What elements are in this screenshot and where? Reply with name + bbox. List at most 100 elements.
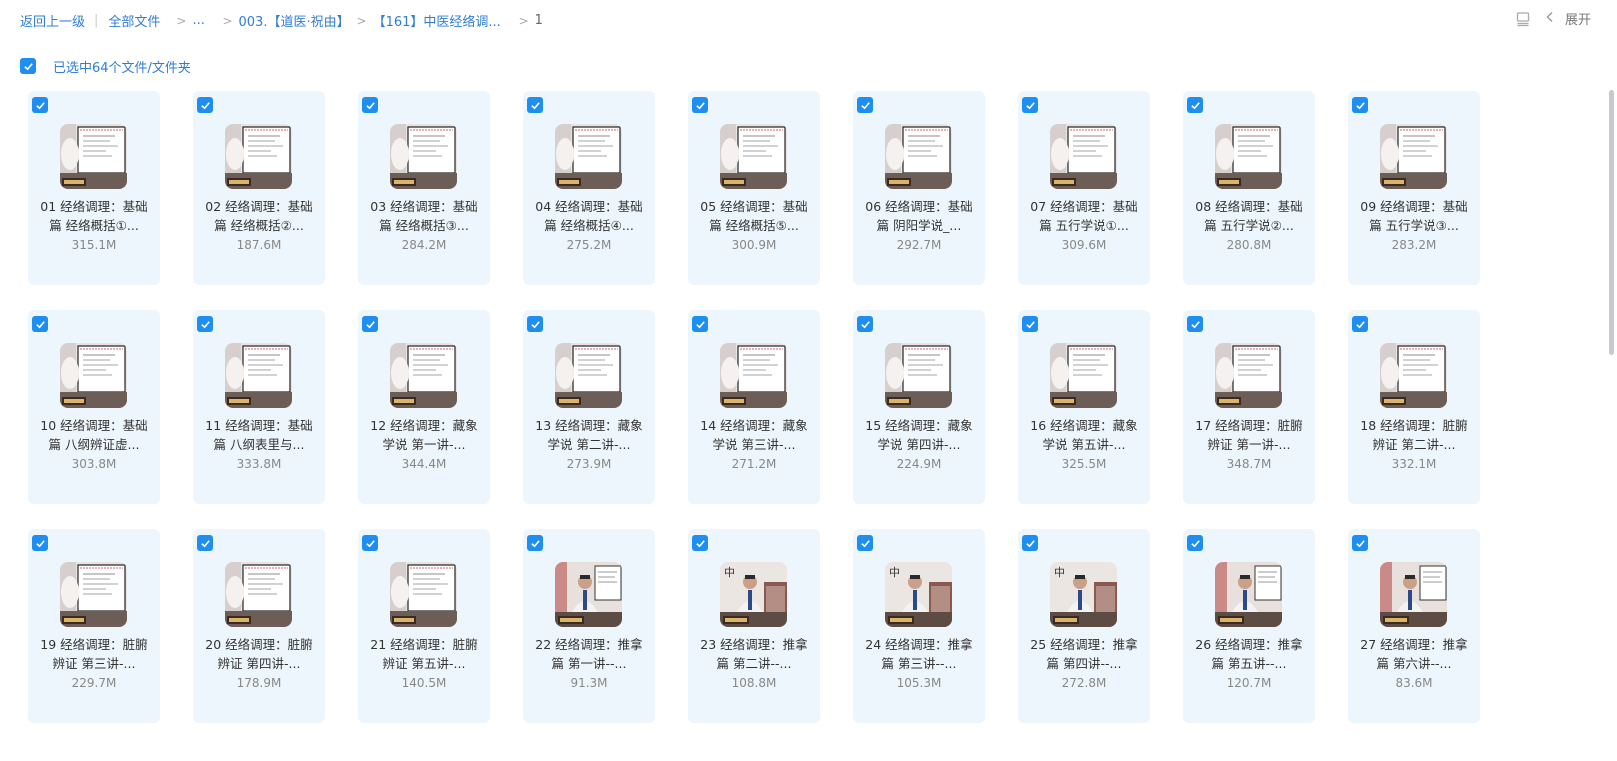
- file-checkbox[interactable]: [362, 97, 378, 113]
- file-name[interactable]: 06 经络调理：基础篇 阴阳学说_...: [861, 197, 977, 235]
- file-name[interactable]: 08 经络调理：基础篇 五行学说②...: [1191, 197, 1307, 235]
- file-card[interactable]: 14 经络调理：藏象学说 第三讲-... 271.2M: [688, 310, 820, 504]
- video-thumbnail[interactable]: [555, 124, 622, 189]
- breadcrumb-back-link[interactable]: 返回上一级: [20, 11, 85, 30]
- file-card[interactable]: 22 经络调理：推拿篇 第一讲--... 91.3M: [523, 529, 655, 723]
- video-thumbnail[interactable]: 中: [885, 562, 952, 627]
- file-checkbox[interactable]: [1352, 535, 1368, 551]
- video-thumbnail[interactable]: [390, 343, 457, 408]
- file-card[interactable]: 18 经络调理：脏腑辨证 第二讲-... 332.1M: [1348, 310, 1480, 504]
- file-card[interactable]: 19 经络调理：脏腑辨证 第三讲-... 229.7M: [28, 529, 160, 723]
- file-name[interactable]: 05 经络调理：基础篇 经络概括⑤...: [696, 197, 812, 235]
- file-checkbox[interactable]: [362, 316, 378, 332]
- file-card[interactable]: 15 经络调理：藏象学说 第四讲-... 224.9M: [853, 310, 985, 504]
- video-thumbnail[interactable]: [390, 124, 457, 189]
- file-card[interactable]: 07 经络调理：基础篇 五行学说①... 309.6M: [1018, 91, 1150, 285]
- video-thumbnail[interactable]: [225, 562, 292, 627]
- file-name[interactable]: 04 经络调理：基础篇 经络概括④...: [531, 197, 647, 235]
- video-thumbnail[interactable]: [225, 124, 292, 189]
- file-name[interactable]: 20 经络调理：脏腑辨证 第四讲-...: [201, 635, 317, 673]
- file-name[interactable]: 19 经络调理：脏腑辨证 第三讲-...: [36, 635, 152, 673]
- file-checkbox[interactable]: [527, 316, 543, 332]
- file-card[interactable]: 中 24 经络调理：推拿篇 第三讲--... 105.3M: [853, 529, 985, 723]
- file-checkbox[interactable]: [857, 97, 873, 113]
- file-checkbox[interactable]: [197, 316, 213, 332]
- file-card[interactable]: 中 25 经络调理：推拿篇 第四讲--... 272.8M: [1018, 529, 1150, 723]
- video-thumbnail[interactable]: [555, 343, 622, 408]
- file-name[interactable]: 16 经络调理：藏象学说 第五讲-...: [1026, 416, 1142, 454]
- file-card[interactable]: 17 经络调理：脏腑辨证 第一讲-... 348.7M: [1183, 310, 1315, 504]
- file-checkbox[interactable]: [527, 535, 543, 551]
- file-checkbox[interactable]: [32, 97, 48, 113]
- file-name[interactable]: 07 经络调理：基础篇 五行学说①...: [1026, 197, 1142, 235]
- file-card[interactable]: 21 经络调理：脏腑辨证 第五讲-... 140.5M: [358, 529, 490, 723]
- breadcrumb-folder-003[interactable]: 003.【道医·祝由】: [239, 11, 341, 30]
- video-thumbnail[interactable]: [225, 343, 292, 408]
- video-thumbnail[interactable]: [60, 343, 127, 408]
- video-thumbnail[interactable]: [60, 124, 127, 189]
- file-checkbox[interactable]: [362, 535, 378, 551]
- select-all-checkbox[interactable]: [20, 58, 36, 74]
- file-card[interactable]: 中 23 经络调理：推拿篇 第二讲--... 108.8M: [688, 529, 820, 723]
- file-card[interactable]: 06 经络调理：基础篇 阴阳学说_... 292.7M: [853, 91, 985, 285]
- file-checkbox[interactable]: [1187, 97, 1203, 113]
- video-thumbnail[interactable]: [1050, 124, 1117, 189]
- file-name[interactable]: 21 经络调理：脏腑辨证 第五讲-...: [366, 635, 482, 673]
- file-name[interactable]: 13 经络调理：藏象学说 第二讲-...: [531, 416, 647, 454]
- file-name[interactable]: 15 经络调理：藏象学说 第四讲-...: [861, 416, 977, 454]
- file-checkbox[interactable]: [692, 535, 708, 551]
- file-name[interactable]: 10 经络调理：基础篇 八纲辨证虚...: [36, 416, 152, 454]
- video-thumbnail[interactable]: [1050, 343, 1117, 408]
- file-name[interactable]: 03 经络调理：基础篇 经络概括③...: [366, 197, 482, 235]
- file-card[interactable]: 09 经络调理：基础篇 五行学说③... 283.2M: [1348, 91, 1480, 285]
- file-card[interactable]: 10 经络调理：基础篇 八纲辨证虚... 303.8M: [28, 310, 160, 504]
- video-thumbnail[interactable]: [885, 124, 952, 189]
- breadcrumb-folder-161[interactable]: 【161】中医经络调...: [373, 11, 503, 30]
- video-thumbnail[interactable]: [1215, 124, 1282, 189]
- video-thumbnail[interactable]: [555, 562, 622, 627]
- file-checkbox[interactable]: [1187, 316, 1203, 332]
- file-checkbox[interactable]: [197, 535, 213, 551]
- video-thumbnail[interactable]: [720, 124, 787, 189]
- file-checkbox[interactable]: [1022, 97, 1038, 113]
- file-name[interactable]: 14 经络调理：藏象学说 第三讲-...: [696, 416, 812, 454]
- file-checkbox[interactable]: [857, 316, 873, 332]
- file-name[interactable]: 18 经络调理：脏腑辨证 第二讲-...: [1356, 416, 1472, 454]
- file-card[interactable]: 08 经络调理：基础篇 五行学说②... 280.8M: [1183, 91, 1315, 285]
- video-thumbnail[interactable]: 中: [1050, 562, 1117, 627]
- file-checkbox[interactable]: [857, 535, 873, 551]
- file-card[interactable]: 12 经络调理：藏象学说 第一讲-... 344.4M: [358, 310, 490, 504]
- file-card[interactable]: 01 经络调理：基础篇 经络概括①... 315.1M: [28, 91, 160, 285]
- file-checkbox[interactable]: [32, 535, 48, 551]
- file-card[interactable]: 20 经络调理：脏腑辨证 第四讲-... 178.9M: [193, 529, 325, 723]
- file-card[interactable]: 16 经络调理：藏象学说 第五讲-... 325.5M: [1018, 310, 1150, 504]
- file-card[interactable]: 13 经络调理：藏象学说 第二讲-... 273.9M: [523, 310, 655, 504]
- video-thumbnail[interactable]: [1215, 562, 1282, 627]
- file-checkbox[interactable]: [32, 316, 48, 332]
- view-toggle-icon[interactable]: [1515, 11, 1531, 27]
- video-thumbnail[interactable]: [720, 343, 787, 408]
- file-card[interactable]: 04 经络调理：基础篇 经络概括④... 275.2M: [523, 91, 655, 285]
- file-card[interactable]: 02 经络调理：基础篇 经络概括②... 187.6M: [193, 91, 325, 285]
- file-checkbox[interactable]: [1187, 535, 1203, 551]
- file-name[interactable]: 02 经络调理：基础篇 经络概括②...: [201, 197, 317, 235]
- expand-button[interactable]: 展开: [1545, 9, 1591, 28]
- file-name[interactable]: 11 经络调理：基础篇 八纲表里与...: [201, 416, 317, 454]
- file-name[interactable]: 24 经络调理：推拿篇 第三讲--...: [861, 635, 977, 673]
- file-name[interactable]: 26 经络调理：推拿篇 第五讲--...: [1191, 635, 1307, 673]
- file-checkbox[interactable]: [692, 316, 708, 332]
- file-card[interactable]: 27 经络调理：推拿篇 第六讲--... 83.6M: [1348, 529, 1480, 723]
- file-name[interactable]: 27 经络调理：推拿篇 第六讲--...: [1356, 635, 1472, 673]
- file-card[interactable]: 11 经络调理：基础篇 八纲表里与... 333.8M: [193, 310, 325, 504]
- video-thumbnail[interactable]: [1215, 343, 1282, 408]
- video-thumbnail[interactable]: [1380, 562, 1447, 627]
- file-name[interactable]: 12 经络调理：藏象学说 第一讲-...: [366, 416, 482, 454]
- file-checkbox[interactable]: [1022, 316, 1038, 332]
- file-checkbox[interactable]: [692, 97, 708, 113]
- video-thumbnail[interactable]: [390, 562, 457, 627]
- file-name[interactable]: 17 经络调理：脏腑辨证 第一讲-...: [1191, 416, 1307, 454]
- file-name[interactable]: 23 经络调理：推拿篇 第二讲--...: [696, 635, 812, 673]
- file-checkbox[interactable]: [1352, 316, 1368, 332]
- video-thumbnail[interactable]: [1380, 124, 1447, 189]
- file-checkbox[interactable]: [197, 97, 213, 113]
